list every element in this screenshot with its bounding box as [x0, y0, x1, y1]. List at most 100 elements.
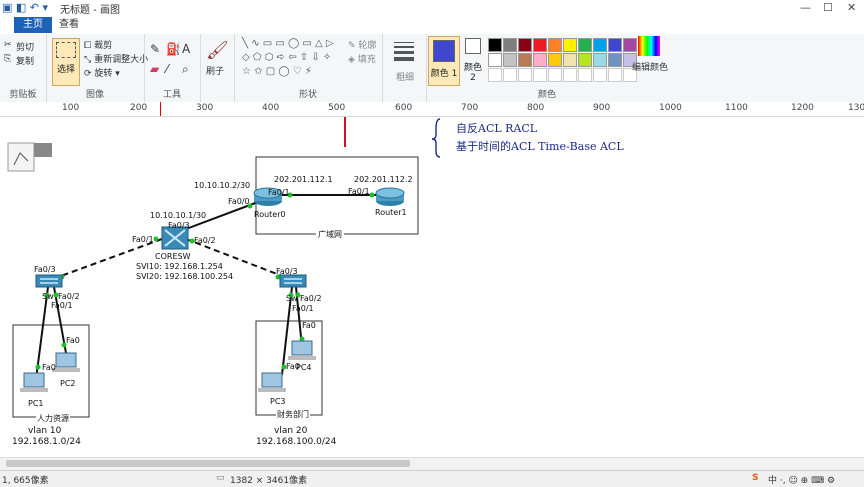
note-brace [431, 118, 441, 158]
outline-button[interactable]: ✎ 轮廓 [348, 38, 376, 51]
brush-button[interactable]: 刷子 [206, 64, 224, 77]
palette-swatch[interactable] [623, 38, 637, 52]
minimize-button[interactable]: — [800, 1, 811, 14]
palette-swatch[interactable] [488, 53, 502, 67]
size-icon[interactable] [394, 42, 414, 61]
fill-icon[interactable]: ⛽ [166, 42, 181, 56]
horizontal-scrollbar[interactable] [0, 457, 864, 470]
palette-swatch[interactable] [563, 38, 577, 52]
pc2-icon [52, 352, 80, 372]
cut-button[interactable]: 剪切 [16, 40, 34, 53]
maximize-button[interactable]: ☐ [823, 1, 833, 14]
rotate-button[interactable]: ⟳ 旋转 ▾ [84, 66, 120, 79]
quick-access-icons[interactable]: ▣ ◧ ↶ ▾ [2, 1, 48, 14]
palette-swatch[interactable] [503, 53, 517, 67]
ruler-tick: 800 [527, 103, 545, 113]
palette-swatch[interactable] [548, 53, 562, 67]
palette-swatch[interactable] [608, 38, 622, 52]
shapes-gallery-row3-icon[interactable]: ☆ ✩ ▢ ◯ ♡ ⚡ [242, 66, 312, 77]
palette-swatch[interactable] [593, 38, 607, 52]
pencil-icon[interactable]: ✎ [150, 42, 160, 56]
select-button[interactable]: 选择 [52, 38, 80, 86]
size-group: 粗细 [382, 34, 427, 102]
resize-button[interactable]: ⤡ 重新调整大小 [84, 52, 148, 65]
tab-view[interactable]: 查看 [50, 17, 88, 33]
horizontal-ruler: 100 200 300 400 500 600 700 800 900 1000… [0, 102, 864, 117]
palette-swatch[interactable] [593, 53, 607, 67]
palette-swatch[interactable] [488, 38, 502, 52]
vlan10-net: 192.168.1.0/24 [12, 437, 81, 447]
swleft-port-a: Fa0/2 [58, 292, 80, 301]
shapes-group: ╲ ∿ ▭ ▭ ◯ ▭ △ ▷ ◇ ⬠ ⬡ ➪ ⇦ ⇧ ⇩ ✧ ☆ ✩ ▢ ◯ … [234, 34, 383, 102]
shapes-gallery-icon[interactable]: ╲ ∿ ▭ ▭ ◯ ▭ △ ▷ [242, 38, 334, 49]
palette-swatch[interactable] [548, 38, 562, 52]
vlan20-name: vlan 20 [274, 426, 308, 436]
hr-label: 人力资源 [36, 413, 70, 424]
ime-icon[interactable]: S [752, 473, 758, 483]
colors-label: 颜色 [538, 90, 557, 100]
palette-swatch[interactable] [518, 53, 532, 67]
close-button[interactable]: ✕ [847, 1, 856, 14]
palette-swatch-empty[interactable] [518, 68, 532, 82]
colors-group: 颜色 1 颜色 2 编辑颜色 颜色 [426, 34, 862, 102]
palette-swatch[interactable] [503, 38, 517, 52]
scrollbar-thumb[interactable] [6, 460, 410, 467]
magnifier-icon[interactable]: ⌕ [182, 62, 189, 77]
color1-label: 颜色 1 [430, 69, 458, 79]
ime-status-icons[interactable]: 中 ·, ☺ ⊕ ⌨ ⚙ [768, 473, 835, 486]
text-icon[interactable]: A [182, 42, 190, 56]
coresw-ip: 10.10.10.1/30 [150, 211, 207, 220]
palette-swatch-empty[interactable] [533, 68, 547, 82]
swleft-port-up: Fa0/3 [34, 265, 56, 274]
palette-swatch-empty[interactable] [563, 68, 577, 82]
palette-swatch[interactable] [578, 53, 592, 67]
window-title: 无标题 - 画图 [60, 5, 120, 16]
router0-name: Router0 [254, 210, 286, 219]
tab-home[interactable]: 主页 [14, 17, 52, 33]
pc1-icon [20, 372, 48, 392]
select-icon [56, 42, 76, 58]
palette-swatch[interactable] [578, 38, 592, 52]
edit-colors-icon[interactable] [638, 36, 660, 56]
color1-button[interactable]: 颜色 1 [428, 36, 460, 86]
palette-swatch[interactable] [608, 53, 622, 67]
fill-button[interactable]: ◈ 填充 [348, 52, 376, 65]
ruler-tick: 200 [130, 103, 148, 113]
brush-icon[interactable]: 🖌 [206, 40, 229, 61]
drawing-canvas[interactable]: 自反ACL RACL 基于时间的ACL Time-Base ACL 202.20… [0, 117, 864, 457]
size-button[interactable]: 粗细 [396, 70, 414, 83]
router1-port: Fa0/1 [348, 187, 370, 196]
copy-button[interactable]: 复制 [16, 54, 34, 67]
wan-label: 广域网 [316, 229, 344, 240]
palette-swatch-empty[interactable] [593, 68, 607, 82]
ruler-tick: 100 [62, 103, 80, 113]
palette-swatch-empty[interactable] [608, 68, 622, 82]
coresw-port-up: Fa0/3 [168, 221, 190, 230]
title-bar: ▣ ◧ ↶ ▾ 无标题 - 画图 — ☐ ✕ [0, 0, 864, 17]
palette-swatch[interactable] [533, 53, 547, 67]
coresw-svi10: SVI10: 192.168.1.254 [136, 262, 223, 271]
clipboard-group: ✂ 剪切 ⎘ 复制 剪贴板 [0, 34, 47, 102]
color2-button[interactable]: 颜色 2 [462, 38, 484, 84]
ruler-tick: 400 [262, 103, 280, 113]
ruler-tick: 500 [328, 103, 346, 113]
ribbon-tabs: 主页 查看 [0, 16, 864, 35]
palette-swatch-empty[interactable] [503, 68, 517, 82]
ribbon: ✂ 剪切 ⎘ 复制 剪贴板 选择 ⧠ 裁剪 ⤡ 重新调整大小 ⟳ 旋转 ▾ 图像… [0, 34, 864, 103]
copy-icon[interactable]: ⎘ [4, 54, 11, 64]
shapes-gallery-row2-icon[interactable]: ◇ ⬠ ⬡ ➪ ⇦ ⇧ ⇩ ✧ [242, 52, 331, 63]
palette-swatch[interactable] [518, 38, 532, 52]
cut-icon[interactable]: ✂ [4, 40, 12, 50]
palette-swatch-empty[interactable] [488, 68, 502, 82]
palette-swatch[interactable] [563, 53, 577, 67]
palette-swatch-empty[interactable] [578, 68, 592, 82]
eraser-icon[interactable]: ▰ [150, 62, 159, 76]
fin-label: 财务部门 [276, 409, 310, 420]
color-picker-icon[interactable]: ⁄ [166, 62, 168, 76]
edit-colors-button[interactable]: 编辑颜色 [632, 60, 668, 73]
swright-port-a: Fa0/2 [300, 294, 322, 303]
ruler-tick: 1100 [725, 103, 748, 113]
palette-swatch-empty[interactable] [548, 68, 562, 82]
palette-swatch[interactable] [533, 38, 547, 52]
crop-button[interactable]: ⧠ 裁剪 [84, 38, 112, 51]
